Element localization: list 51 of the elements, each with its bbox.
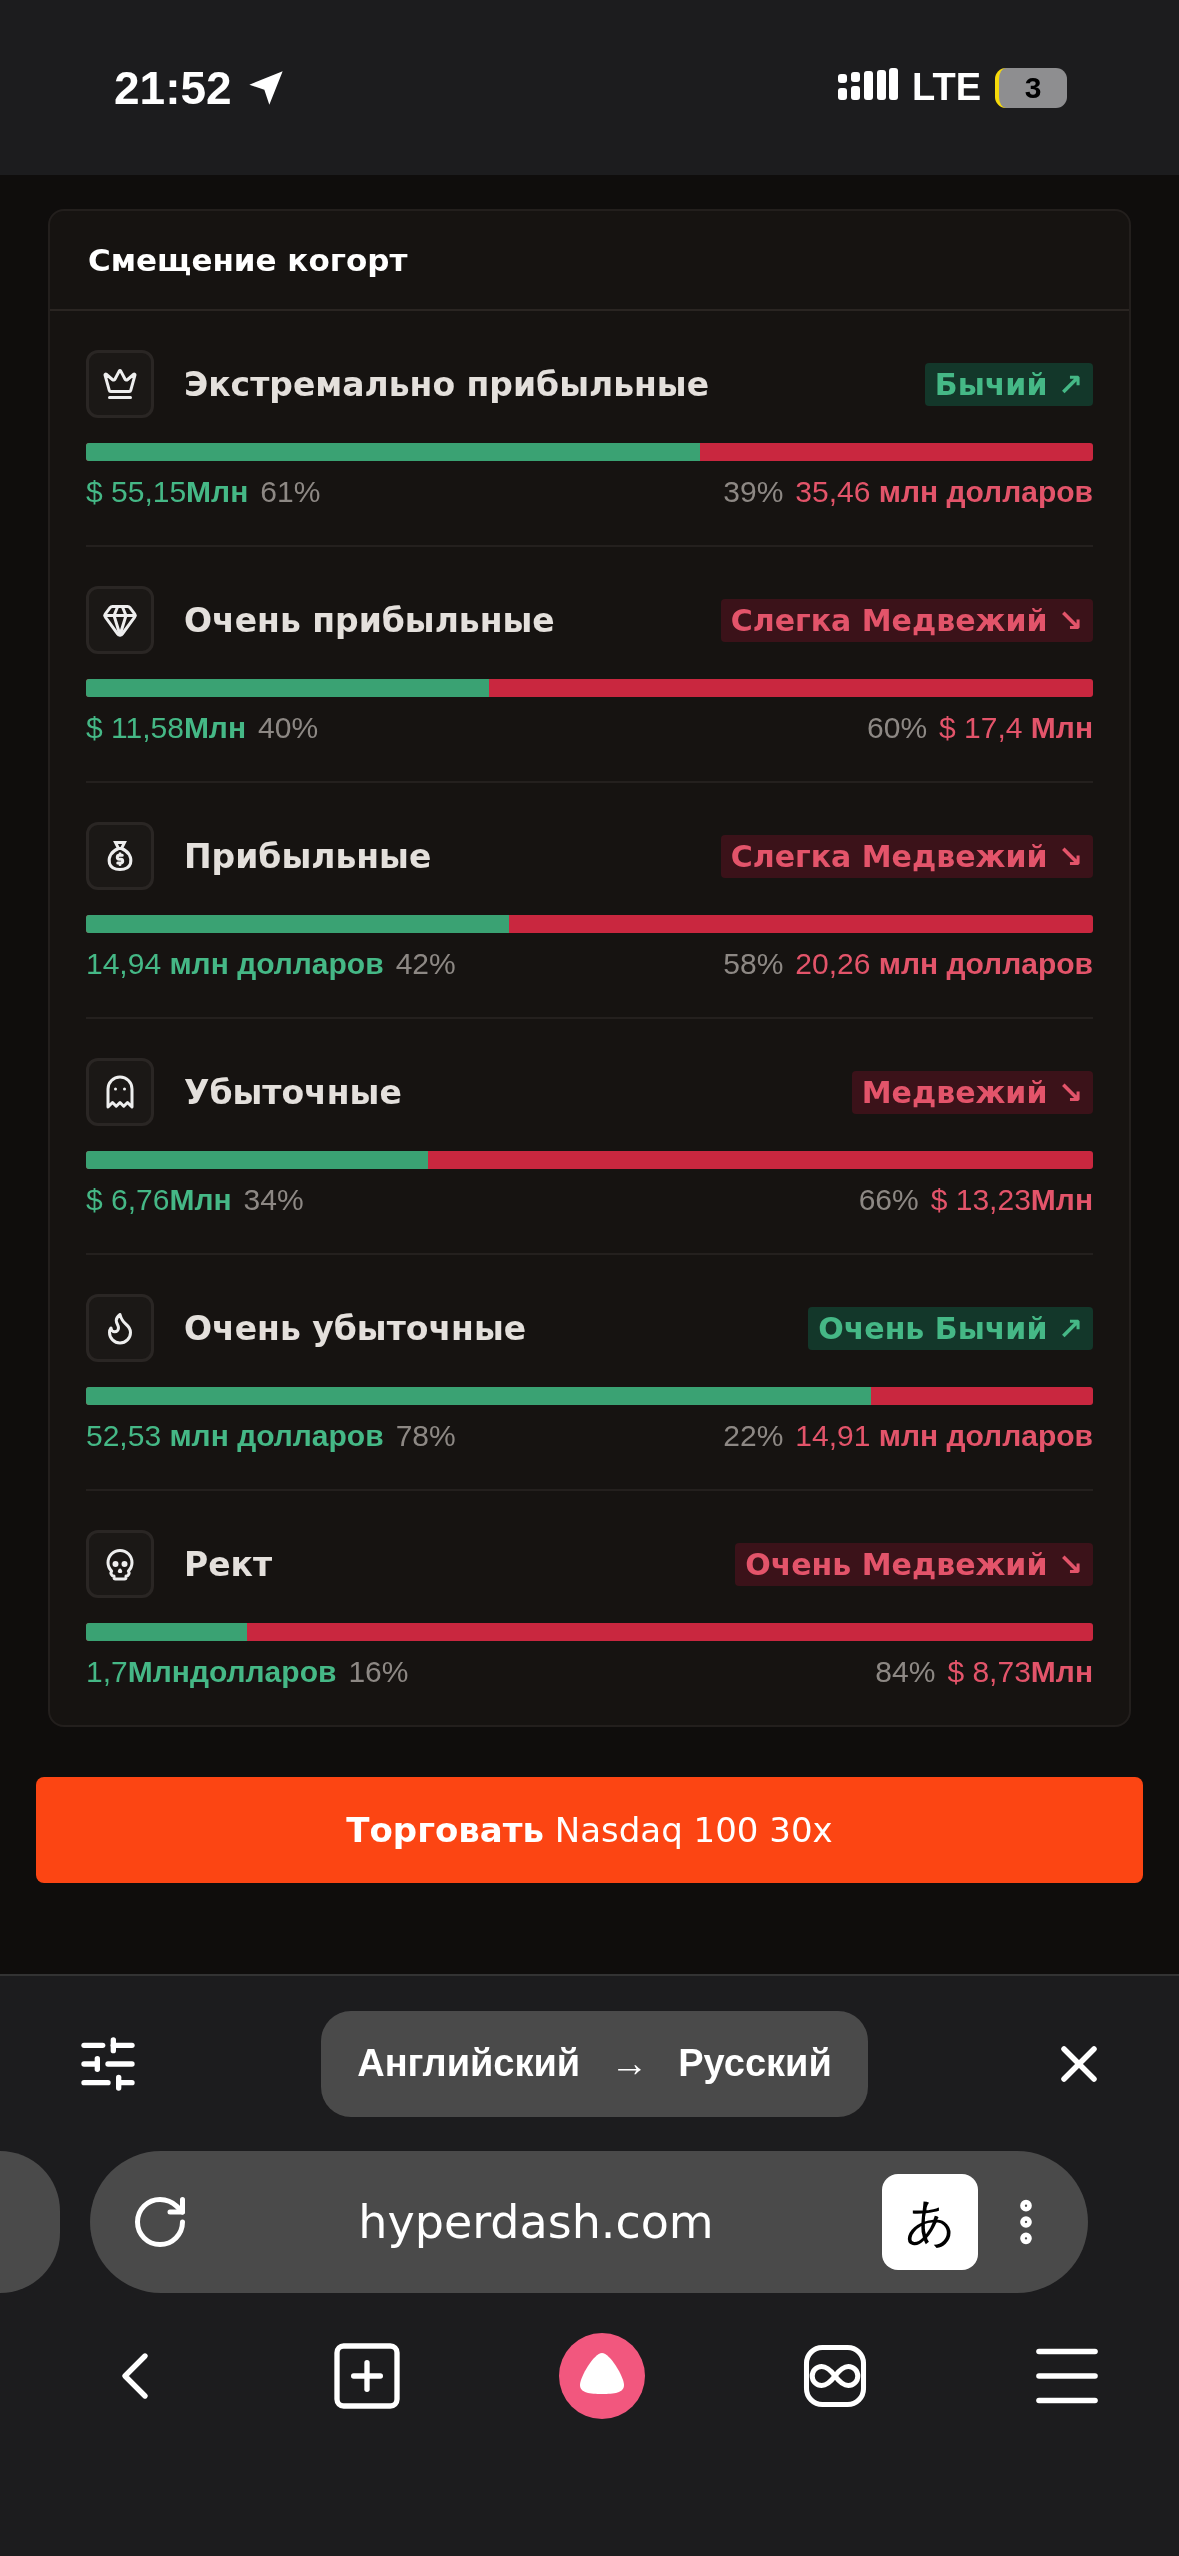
sentiment-badge: Очень Медвежий ↘ (735, 1542, 1093, 1586)
long-value: 14,94 млн долларов (86, 947, 384, 981)
cohort-name: Экстремально прибыльные (184, 364, 711, 404)
arrow-glyph: → (610, 2042, 649, 2085)
short-percent: 60% (867, 711, 928, 745)
target-language: Русский (678, 2042, 832, 2085)
short-value: 14,91 млн долларов (795, 1419, 1093, 1453)
long-percent: 78% (395, 1419, 456, 1453)
short-value: $ 17,4 Млн (939, 711, 1093, 745)
battery-level: 3 (995, 67, 1067, 108)
source-language: Английский (357, 2042, 581, 2085)
short-value: $ 8,73Млн (947, 1655, 1093, 1689)
crown-icon (102, 366, 138, 402)
cohort-name: Убыточные (184, 1072, 403, 1112)
short-percent: 84% (875, 1655, 936, 1689)
card-title: Смещение когорт (50, 211, 1129, 311)
short-percent: 66% (858, 1183, 919, 1217)
long-percent: 34% (243, 1183, 304, 1217)
long-value: 1,7Млндолларов (86, 1655, 337, 1689)
short-percent: 39% (723, 475, 784, 509)
cohort-name: Очень прибыльные (184, 600, 556, 640)
long-percent: 16% (348, 1655, 409, 1689)
sentiment-badge: Медвежий ↘ (851, 1070, 1093, 1114)
sentiment-badge: Очень Бычий ↗ (808, 1306, 1093, 1350)
sentiment-badge: Слегка Медвежий ↘ (720, 598, 1093, 642)
network-type: LTE (912, 66, 981, 109)
translate-button[interactable]: あ (882, 2174, 978, 2270)
long-percent: 61% (260, 475, 321, 509)
gem-icon (102, 602, 138, 638)
address-bar[interactable]: hyperdash.com あ (90, 2151, 1088, 2293)
long-value: $ 6,76Млн (86, 1183, 232, 1217)
long-value: $ 11,58Млн (86, 711, 247, 745)
sentiment-badge: Слегка Медвежий ↘ (720, 834, 1093, 878)
sentiment-badge: Бычий ↗ (924, 362, 1093, 406)
short-value: 35,46 млн долларов (795, 475, 1093, 509)
trade-button[interactable]: Торговать Nasdaq 100 30x (36, 1777, 1143, 1883)
translation-language-pill[interactable]: Английский → Русский (321, 2010, 868, 2117)
short-value: 20,26 млн долларов (795, 947, 1093, 981)
url-text: hyperdash.com (357, 2195, 715, 2249)
long-value: 52,53 млн долларов (86, 1419, 384, 1453)
short-percent: 22% (723, 1419, 784, 1453)
status-time: 21:52 (114, 60, 232, 115)
assistant-icon[interactable] (559, 2333, 645, 2419)
long-percent: 42% (395, 947, 456, 981)
short-percent: 58% (723, 947, 784, 981)
long-percent: 40% (258, 711, 319, 745)
long-value: $ 55,15Млн (86, 475, 249, 509)
short-value: $ 13,23Млн (930, 1183, 1093, 1217)
cohort-name: Очень убыточные (184, 1308, 528, 1348)
cohort-name: Прибыльные (184, 836, 433, 876)
cohort-name: Рект (184, 1544, 274, 1584)
